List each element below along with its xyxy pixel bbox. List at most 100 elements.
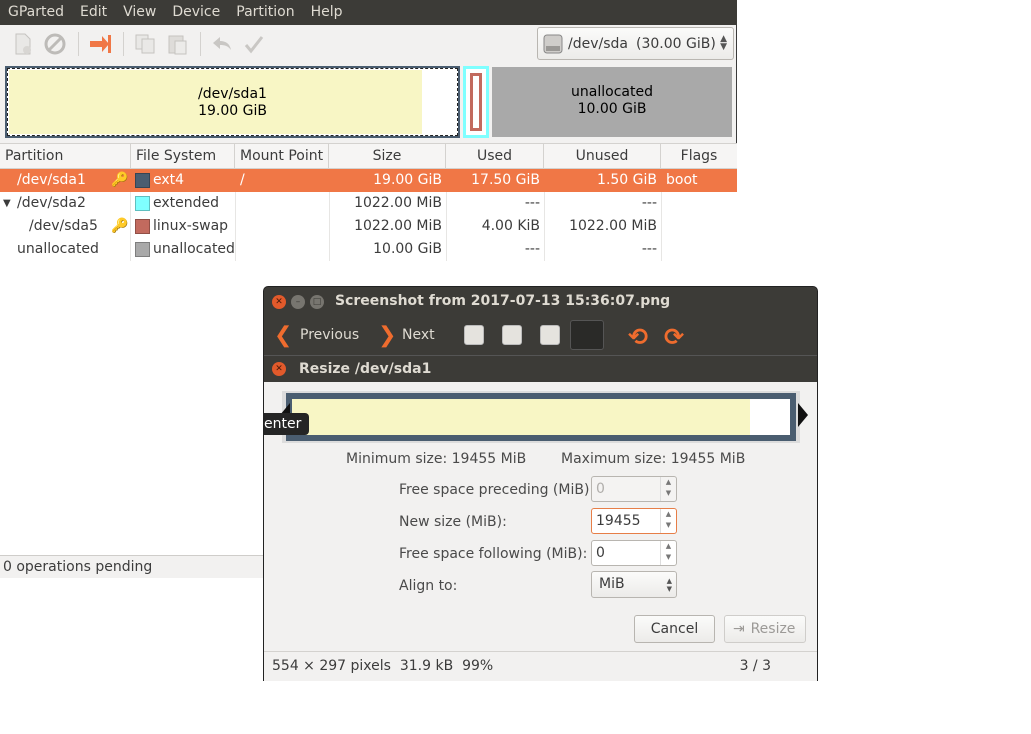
table-header: Partition File System Mount Point Size U… — [0, 144, 737, 169]
maximum-size: Maximum size: 19455 MiB — [561, 451, 746, 467]
rotate-left-icon[interactable]: ⟲ — [628, 323, 648, 351]
close-icon[interactable]: ✕ — [272, 295, 286, 309]
resize-button-label: Resize — [750, 621, 796, 637]
partition-outline — [286, 393, 796, 441]
minimize-icon[interactable]: – — [291, 295, 305, 309]
unused-value: --- — [641, 241, 657, 257]
zoom-out-icon[interactable] — [502, 325, 522, 345]
menu-device[interactable]: Device — [164, 0, 228, 25]
menu-view[interactable]: View — [115, 0, 164, 25]
copy-button[interactable] — [130, 29, 160, 59]
spin-arrows-icon: ▲ ▼ — [660, 477, 676, 501]
device-selector[interactable]: /dev/sda (30.00 GiB) ▲ ▼ — [537, 27, 734, 60]
toolbar-separator — [78, 32, 79, 56]
expander-icon[interactable]: ▼ — [3, 192, 11, 215]
grid-line — [446, 192, 447, 261]
dialog-titlebar: ✕ Resize /dev/sda1 — [264, 355, 817, 382]
paste-button[interactable] — [162, 29, 192, 59]
partition-block-unallocated[interactable]: unallocated 10.00 GiB — [492, 67, 732, 137]
new-size-label: New size (MiB): — [399, 514, 507, 530]
fs-color-swatch — [135, 242, 150, 257]
zoom-normal-icon[interactable] — [540, 325, 560, 345]
used-value: --- — [524, 241, 540, 257]
column-header-flags[interactable]: Flags — [661, 144, 737, 169]
new-size-spinbox: 19455 ▲ ▼ — [591, 508, 677, 534]
partition-block-sda1[interactable]: /dev/sda1 19.00 GiB — [5, 66, 460, 138]
used-space-fill — [292, 399, 750, 435]
undo-button[interactable] — [207, 29, 237, 59]
partition-map: /dev/sda1 19.00 GiB unallocated 10.00 Gi… — [5, 66, 732, 138]
toolbar-separator — [200, 32, 201, 56]
following-value: 0 — [596, 545, 605, 561]
maximize-icon[interactable]: □ — [310, 295, 324, 309]
new-partition-button[interactable] — [8, 29, 38, 59]
menu-help[interactable]: Help — [303, 0, 351, 25]
column-header-filesystem[interactable]: File System — [131, 144, 235, 169]
table-row[interactable]: /dev/sda1 🔑 ext4 / 19.00 GiB 17.50 GiB 1… — [0, 169, 737, 192]
filesystem: ext4 — [153, 172, 185, 188]
partition-block-extended[interactable] — [463, 66, 489, 138]
resize-move-button[interactable] — [85, 29, 115, 59]
used-value: 4.00 KiB — [481, 218, 540, 234]
partition-block-name: unallocated — [571, 84, 653, 100]
zoom-in-icon[interactable] — [464, 325, 484, 345]
rotate-right-icon[interactable]: ⟳ — [664, 323, 684, 351]
resize-button: ⇥ Resize — [724, 615, 806, 643]
partition-name: /dev/sda5 — [29, 218, 98, 234]
column-header-unused[interactable]: Unused — [544, 144, 661, 169]
grid-line — [544, 192, 545, 261]
size-value: 1022.00 MiB — [354, 195, 442, 211]
menu-edit[interactable]: Edit — [72, 0, 115, 25]
apply-icon — [244, 36, 264, 54]
following-spinbox: 0 ▲ ▼ — [591, 540, 677, 566]
delete-partition-button[interactable] — [40, 29, 70, 59]
partition-name: /dev/sda2 — [17, 195, 86, 211]
column-header-mountpoint[interactable]: Mount Point — [235, 144, 329, 169]
table-row[interactable]: ▼ /dev/sda2 extended 1022.00 MiB --- --- — [0, 192, 737, 215]
chevron-right-icon[interactable]: ❯ — [378, 323, 396, 348]
partition-block-name: /dev/sda1 — [198, 86, 267, 102]
table-row[interactable]: /dev/sda5 🔑 linux-swap 1022.00 MiB 4.00 … — [0, 215, 737, 238]
column-header-size[interactable]: Size — [329, 144, 446, 169]
partition-block-size: 10.00 GiB — [577, 101, 647, 117]
menu-partition[interactable]: Partition — [228, 0, 302, 25]
grid-line — [661, 192, 662, 261]
copy-icon — [135, 34, 155, 54]
size-value: 19.00 GiB — [373, 172, 442, 188]
next-button[interactable]: Next — [402, 327, 435, 343]
column-header-partition[interactable]: Partition — [0, 144, 131, 169]
grid-line — [130, 192, 131, 261]
spin-arrows-icon: ▲ ▼ — [660, 509, 676, 533]
cancel-button: Cancel — [634, 615, 715, 643]
unused-value: 1.50 GiB — [597, 172, 657, 188]
new-icon — [15, 33, 31, 55]
fs-color-swatch — [135, 196, 150, 211]
menu-gparted[interactable]: GParted — [0, 0, 72, 25]
device-size: (30.00 GiB) — [635, 35, 716, 52]
table-row[interactable]: unallocated unallocated 10.00 GiB --- --… — [0, 238, 737, 261]
used-value: --- — [524, 195, 540, 211]
resize-slider — [280, 391, 808, 443]
chevron-left-icon[interactable]: ❮ — [274, 323, 292, 348]
unused-value: --- — [641, 195, 657, 211]
column-header-used[interactable]: Used — [446, 144, 544, 169]
updown-icon: ▲ ▼ — [720, 34, 727, 52]
partition-block-size: 19.00 GiB — [198, 103, 267, 119]
dialog-title: Resize /dev/sda1 — [299, 361, 432, 377]
right-handle-icon — [798, 403, 808, 427]
apply-button[interactable] — [239, 29, 269, 59]
delete-icon — [44, 33, 66, 55]
size-value: 10.00 GiB — [373, 241, 442, 257]
partition-block-label: unallocated 10.00 GiB — [492, 84, 732, 118]
paste-icon — [168, 35, 187, 55]
harddisk-icon — [543, 34, 563, 53]
menubar: GParted Edit View Device Partition Help — [0, 0, 737, 25]
filesystem: linux-swap — [153, 218, 229, 234]
unused-value: 1022.00 MiB — [569, 218, 657, 234]
zoom-fit-icon[interactable] — [570, 320, 604, 350]
previous-button[interactable]: Previous — [300, 327, 359, 343]
partition-block-swap[interactable] — [470, 73, 482, 131]
new-size-value: 19455 — [596, 513, 641, 529]
window-title: Screenshot from 2017-07-13 15:36:07.png — [335, 293, 671, 309]
used-value: 17.50 GiB — [471, 172, 540, 188]
